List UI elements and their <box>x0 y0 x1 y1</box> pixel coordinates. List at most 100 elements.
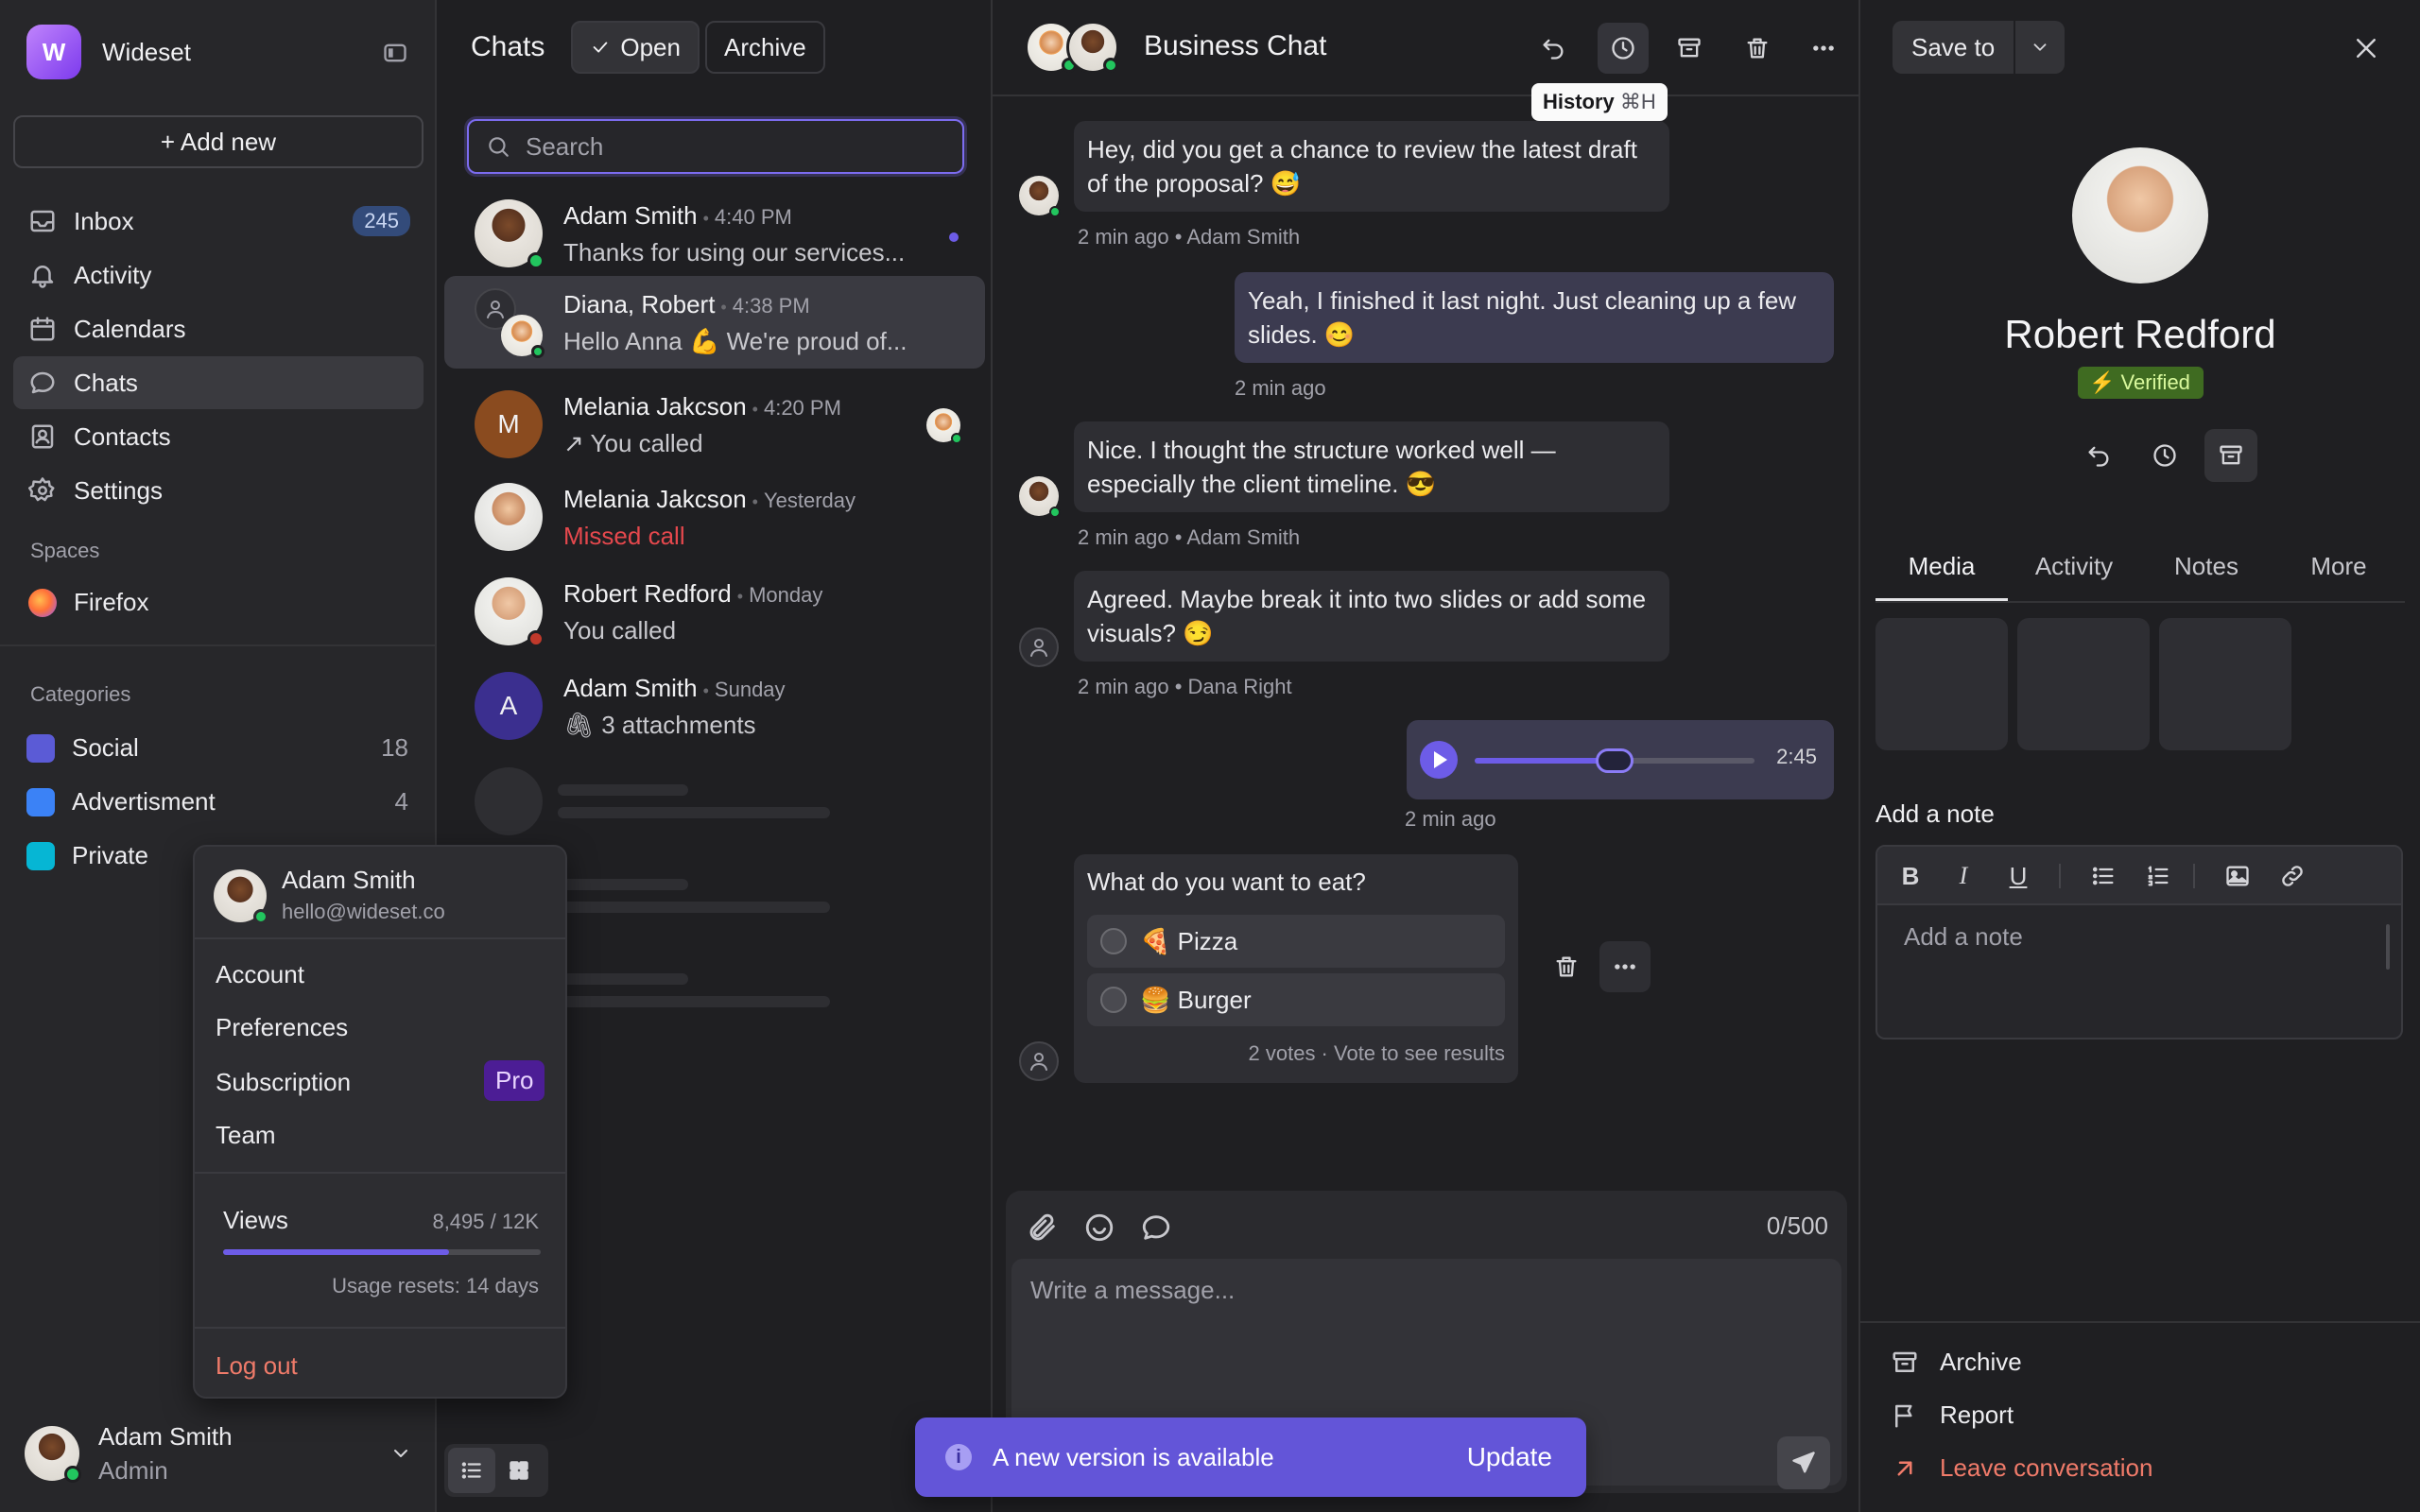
note-input[interactable] <box>1904 922 2375 1022</box>
contact-details-panel: Save to Robert Redford ⚡ Verified Media … <box>1860 0 2420 1512</box>
filter-archive-button[interactable]: Archive <box>704 21 825 74</box>
usage-reset-text: Usage resets: 14 days <box>332 1274 539 1297</box>
attach-icon[interactable] <box>1027 1211 1059 1244</box>
update-button[interactable]: Update <box>1467 1442 1552 1472</box>
numbered-list-icon[interactable] <box>2144 862 2172 890</box>
image-icon[interactable] <box>2223 862 2252 890</box>
poll-option[interactable]: 🍔 Burger <box>1087 973 1505 1026</box>
loading-skeleton-line <box>558 807 830 818</box>
contact-undo-button[interactable] <box>2072 429 2125 482</box>
history-tooltip: History ⌘H <box>1531 83 1668 121</box>
add-new-button[interactable]: + Add new <box>13 115 424 168</box>
info-icon: i <box>945 1444 972 1470</box>
search-box[interactable] <box>467 119 964 174</box>
close-icon[interactable] <box>2352 34 2380 62</box>
filter-open-button[interactable]: Open <box>571 21 700 74</box>
menu-item-account[interactable]: Account <box>216 960 304 989</box>
contact-archive-button[interactable] <box>2204 429 2257 482</box>
loading-skeleton-line <box>558 996 830 1007</box>
brand[interactable]: W Wideset <box>26 25 191 79</box>
italic-icon[interactable]: I <box>1949 862 1978 890</box>
online-status-dot <box>1103 58 1118 73</box>
space-item-firefox[interactable]: Firefox <box>28 588 148 617</box>
report-action[interactable]: Report <box>1891 1400 2014 1430</box>
chat-list-item[interactable]: Melania Jakcson • Yesterday Missed call <box>444 471 985 563</box>
save-to-button[interactable]: Save to <box>1893 21 2016 74</box>
note-scrollbar[interactable] <box>2386 924 2390 970</box>
grid-view-button[interactable] <box>495 1448 543 1493</box>
toast-message: A new version is available <box>993 1442 1274 1471</box>
message-bubble[interactable]: Hey, did you get a chance to review the … <box>1074 121 1669 212</box>
media-thumbnail[interactable] <box>2017 618 2150 750</box>
menu-item-subscription[interactable]: Subscription <box>216 1068 351 1097</box>
underline-icon[interactable]: U <box>2004 862 2032 890</box>
nav-item-chats[interactable]: Chats <box>13 356 424 409</box>
chat-list-item[interactable]: Adam Smith • 4:40 PM Thanks for using our … <box>444 187 985 280</box>
nav-item-inbox[interactable]: Inbox 245 <box>13 195 424 248</box>
archive-button[interactable] <box>1664 23 1715 74</box>
views-usage-fill <box>223 1249 449 1255</box>
undo-icon <box>2085 442 2112 469</box>
nav-item-settings[interactable]: Settings <box>13 464 424 517</box>
category-social[interactable]: Social 18 <box>26 733 408 763</box>
category-advertisment[interactable]: Advertisment 4 <box>26 787 408 816</box>
chat-name: Robert Redford <box>563 578 732 608</box>
sidebar-toggle-icon[interactable] <box>380 40 410 66</box>
conversation-panel: Business Chat History ⌘H Hey, did you ge… <box>993 0 1860 1512</box>
radio-button[interactable] <box>1100 928 1127 954</box>
poll-option[interactable]: 🍕 Pizza <box>1087 915 1505 968</box>
search-input[interactable] <box>526 131 942 162</box>
tab-more[interactable]: More <box>2273 539 2405 601</box>
menu-item-preferences[interactable]: Preferences <box>216 1013 348 1042</box>
chat-item-body: Diana, Robert • 4:38 PM Hello Anna 💪 We're… <box>563 287 908 358</box>
avatar-initial: A <box>499 691 518 720</box>
media-thumbnail[interactable] <box>1876 618 2008 750</box>
contacts-icon <box>28 422 57 451</box>
chat-list-item[interactable]: Robert Redford • Monday You called <box>444 565 985 658</box>
audio-scrub-handle[interactable] <box>1596 748 1634 773</box>
archive-conversation-action[interactable]: Archive <box>1891 1348 2022 1377</box>
trash-icon <box>1744 35 1771 61</box>
nav-label: Activity <box>74 260 152 289</box>
delete-message-button[interactable] <box>1541 941 1592 992</box>
list-view-button[interactable] <box>448 1448 495 1493</box>
comment-icon[interactable] <box>1140 1211 1172 1244</box>
radio-button[interactable] <box>1100 987 1127 1013</box>
undo-button[interactable] <box>1528 23 1579 74</box>
chat-list-item[interactable]: Diana, Robert • 4:38 PM Hello Anna 💪 We're… <box>444 276 985 369</box>
play-button[interactable] <box>1420 741 1458 779</box>
message-bubble-outgoing[interactable]: Yeah, I finished it last night. Just cle… <box>1235 272 1834 363</box>
sidebar-divider <box>0 644 437 646</box>
nav-item-contacts[interactable]: Contacts <box>13 410 424 463</box>
send-button[interactable] <box>1777 1436 1830 1489</box>
nav-item-activity[interactable]: Activity <box>13 249 424 301</box>
chat-list-item[interactable]: M Melania Jakcson • 4:20 PM ↗ You called <box>444 378 985 471</box>
message-bubble[interactable]: Agreed. Maybe break it into two slides o… <box>1074 571 1669 662</box>
bullet-list-icon[interactable] <box>2089 862 2118 890</box>
tab-media[interactable]: Media <box>1876 539 2008 601</box>
contact-history-button[interactable] <box>2138 429 2191 482</box>
chat-list-item[interactable]: A Adam Smith • Sunday 🖇 3 attachments <box>444 660 985 752</box>
bold-icon[interactable]: B <box>1896 862 1925 890</box>
save-to-dropdown[interactable] <box>2015 21 2065 74</box>
profile-switcher[interactable]: Adam Smith Admin <box>25 1419 412 1487</box>
menu-item-team[interactable]: Team <box>216 1121 276 1150</box>
bell-icon <box>28 261 57 289</box>
user-email: hello@wideset.co <box>282 900 445 923</box>
more-options-button[interactable] <box>1798 23 1849 74</box>
trash-icon <box>1553 954 1580 980</box>
link-icon[interactable] <box>2278 862 2307 890</box>
menu-divider <box>195 1172 565 1174</box>
tab-activity[interactable]: Activity <box>2008 539 2140 601</box>
logout-button[interactable]: Log out <box>216 1351 298 1381</box>
nav-item-calendars[interactable]: Calendars <box>13 302 424 355</box>
message-more-button[interactable] <box>1599 941 1651 992</box>
leave-conversation-action[interactable]: Leave conversation <box>1891 1453 2152 1483</box>
emoji-icon[interactable] <box>1083 1211 1115 1244</box>
media-thumbnail[interactable] <box>2159 618 2291 750</box>
tab-notes[interactable]: Notes <box>2140 539 2273 601</box>
delete-button[interactable] <box>1732 23 1783 74</box>
history-button[interactable] <box>1598 23 1649 74</box>
message-bubble[interactable]: Nice. I thought the structure worked wel… <box>1074 421 1669 512</box>
chat-list-header: Chats Open Archive <box>471 21 831 74</box>
